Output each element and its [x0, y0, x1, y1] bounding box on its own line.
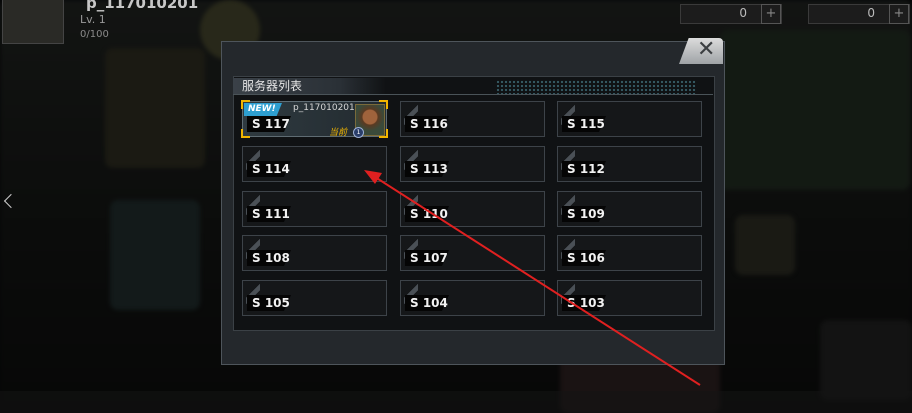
server-cell[interactable]: S 116: [400, 101, 545, 137]
player-level: Lv. 1: [80, 13, 106, 26]
server-cell[interactable]: S 111: [242, 191, 387, 227]
server-cell[interactable]: S 108: [242, 235, 387, 271]
server-cell[interactable]: S 104: [400, 280, 545, 316]
gold-counter: 0 +: [808, 4, 910, 24]
server-cell[interactable]: S 106: [557, 235, 702, 271]
current-tag: 当前: [329, 128, 348, 138]
server-cell[interactable]: S 107: [400, 235, 545, 271]
bottom-bar: [0, 391, 912, 413]
gem-counter: 0 +: [680, 4, 782, 24]
title-divider: [233, 94, 713, 95]
server-label: S 111: [252, 207, 290, 221]
server-label: S 105: [252, 296, 290, 310]
server-cell-current[interactable]: NEW! p_117010201 S 117 当前 1: [241, 100, 388, 138]
rank-badge: 1: [353, 127, 364, 138]
gem-value: 0: [739, 6, 747, 20]
server-label: S 107: [410, 251, 448, 265]
server-label: S 103: [567, 296, 605, 310]
add-gem-button[interactable]: +: [761, 4, 781, 24]
server-label: S 116: [410, 117, 448, 131]
server-label: S 112: [567, 162, 605, 176]
server-cell[interactable]: S 113: [400, 146, 545, 182]
close-icon: ✕: [697, 37, 716, 62]
server-label: S 110: [410, 207, 448, 221]
player-exp: 0/100: [80, 29, 109, 40]
server-cell[interactable]: S 103: [557, 280, 702, 316]
server-cell[interactable]: S 105: [242, 280, 387, 316]
gold-value: 0: [867, 6, 875, 20]
player-name: p_117010201: [86, 0, 199, 12]
server-label: S 108: [252, 251, 290, 265]
server-cell[interactable]: S 109: [557, 191, 702, 227]
dialog-title: 服务器列表: [233, 78, 386, 94]
new-badge: NEW!: [244, 103, 282, 116]
player-avatar[interactable]: [2, 0, 64, 44]
server-cell[interactable]: S 112: [557, 146, 702, 182]
server-label: S 114: [252, 162, 290, 176]
add-gold-button[interactable]: +: [889, 4, 909, 24]
server-label: S 115: [567, 117, 605, 131]
server-player-name: p_117010201: [293, 103, 355, 113]
server-label: S 104: [410, 296, 448, 310]
server-label: S 106: [567, 251, 605, 265]
server-label: S 109: [567, 207, 605, 221]
server-cell[interactable]: S 114: [242, 146, 387, 182]
server-label: S 113: [410, 162, 448, 176]
server-cell[interactable]: S 115: [557, 101, 702, 137]
decorative-dot-pattern: [496, 80, 696, 94]
server-cell[interactable]: S 110: [400, 191, 545, 227]
server-label: S 117: [252, 117, 290, 131]
